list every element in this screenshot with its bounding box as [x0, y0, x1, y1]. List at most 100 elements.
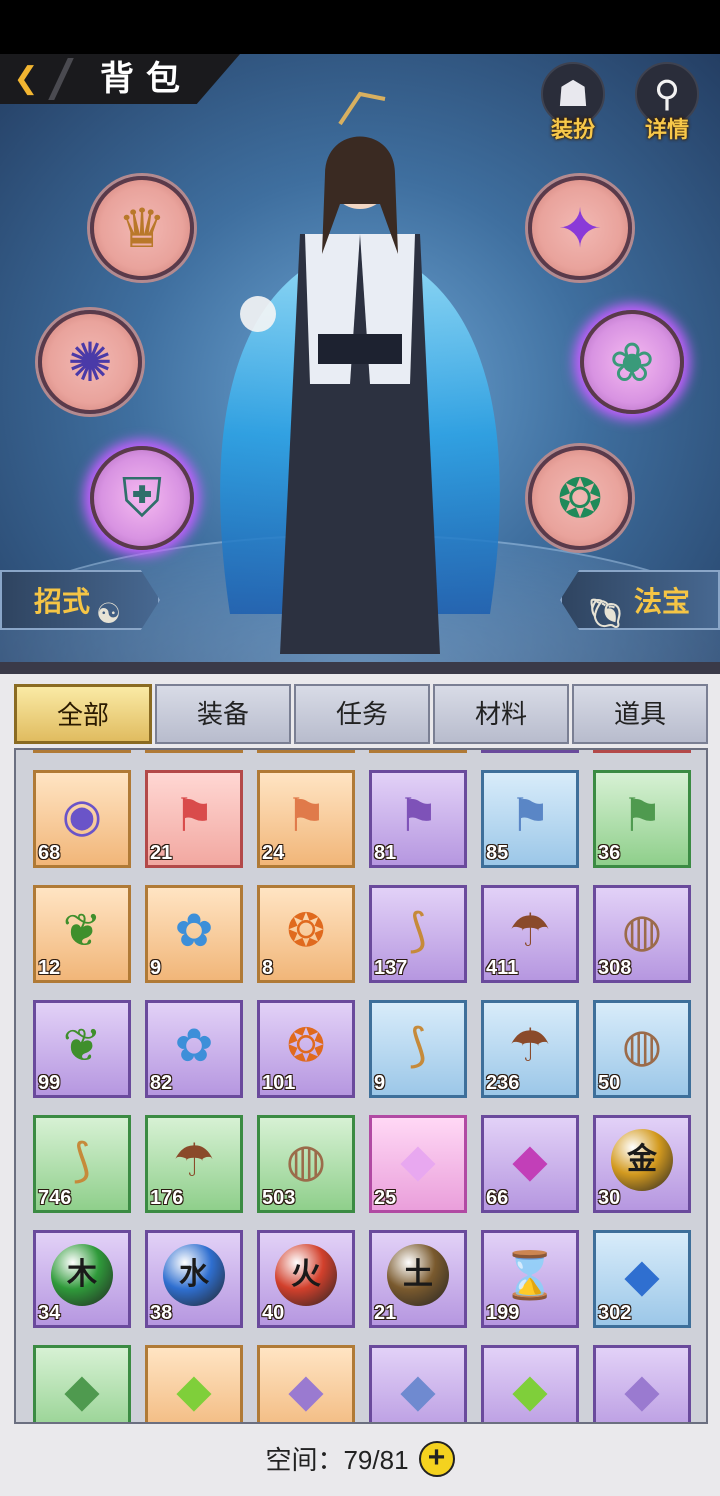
item-quantity: 12 — [38, 957, 61, 979]
inventory-item[interactable]: ❂ 8 — [257, 885, 355, 983]
inventory-item[interactable]: ◆ 66 — [481, 1115, 579, 1213]
inventory-item[interactable]: ⚑ 85 — [481, 770, 579, 868]
item-quantity: 50 — [598, 1072, 621, 1094]
blue-flower-icon: ✿ — [174, 904, 214, 956]
tab-materials[interactable]: 材料 — [433, 684, 569, 744]
outfit-button[interactable]: ☗ 装扮 — [536, 62, 610, 142]
item-quantity: 236 — [486, 1072, 520, 1094]
inventory-item[interactable]: 土 21 — [369, 1230, 467, 1328]
item-quantity: 66 — [486, 1187, 509, 1209]
ginseng-root-icon: ⟆ — [73, 1134, 91, 1186]
inventory-item[interactable]: ◉ 68 — [33, 770, 131, 868]
sapphire-stone-icon: ◆ — [624, 1249, 660, 1301]
inventory-item[interactable]: 金 30 — [593, 1115, 691, 1213]
star-gem-icon: ◆ — [400, 1364, 436, 1416]
treasure-tab[interactable]: 🐚︎ 法宝 — [560, 570, 720, 630]
capacity-label: 空间： — [265, 1445, 344, 1475]
inventory-item[interactable]: ◆ — [33, 1345, 131, 1422]
element-orb: 土 — [387, 1244, 449, 1306]
inventory-item[interactable]: ⌛ 199 — [481, 1230, 579, 1328]
equip-slot-bracelet[interactable]: ✦ — [528, 176, 632, 280]
equip-slot-crown[interactable]: ♛ — [90, 176, 194, 280]
fire-element-orb-icon: 火 — [272, 1241, 340, 1309]
equip-slot-jade[interactable]: ❀ — [580, 310, 684, 414]
lingzhi-mushroom-icon: ☂ — [173, 1134, 215, 1186]
inventory-item[interactable]: 火 40 — [257, 1230, 355, 1328]
item-quantity: 24 — [262, 842, 285, 864]
item-quantity: 503 — [262, 1187, 296, 1209]
item-quantity: 81 — [374, 842, 397, 864]
tea-leaf-icon: ❦ — [62, 1019, 102, 1071]
inventory-item[interactable]: ●11 — [369, 750, 467, 753]
item-quantity: 302 — [598, 1302, 632, 1324]
inventory-item[interactable]: ⚑ 21 — [145, 770, 243, 868]
item-grid-viewport[interactable]: ●45806●3●19●11●110●6895◉68⚑21⚑24⚑81⚑85⚑3… — [16, 750, 706, 1422]
inventory-item[interactable]: ☂ 411 — [481, 885, 579, 983]
item-quantity: 36 — [598, 842, 621, 864]
inventory-item[interactable]: ●110 — [481, 750, 579, 753]
inventory-item[interactable]: ◍ 50 — [593, 1000, 691, 1098]
inventory-item[interactable]: ◆ — [145, 1345, 243, 1422]
inventory-item[interactable]: ❦ 99 — [33, 1000, 131, 1098]
tab-equipment[interactable]: 装备 — [155, 684, 291, 744]
inventory-item[interactable]: ◍ 308 — [593, 885, 691, 983]
inventory-item[interactable]: ●45806 — [33, 750, 131, 753]
jade-pendant-icon: ❀ — [609, 332, 655, 393]
item-quantity: 21 — [374, 1302, 397, 1324]
equip-slot-armor[interactable]: ⛨ — [90, 446, 194, 550]
tea-leaf-icon: ❦ — [62, 904, 102, 956]
inventory-item[interactable]: ◆ — [481, 1345, 579, 1422]
inventory-item[interactable]: ◆ — [257, 1345, 355, 1422]
ginseng-root-icon: ⟆ — [409, 1019, 427, 1071]
violet-gem-icon: ◆ — [288, 1364, 324, 1416]
inventory-item[interactable]: 水 38 — [145, 1230, 243, 1328]
equip-slot-beads[interactable]: ❂ — [528, 446, 632, 550]
green-gem-icon: ◆ — [512, 1364, 548, 1416]
inventory-item[interactable]: ⚑ 81 — [369, 770, 467, 868]
equip-slot-pendant[interactable]: ✺ — [38, 310, 142, 414]
fire-fruit-icon: ❂ — [286, 1019, 326, 1071]
inventory-item[interactable]: ⟆ 137 — [369, 885, 467, 983]
inventory-item[interactable]: ⟆ 746 — [33, 1115, 131, 1213]
inventory-item[interactable]: ☂ 236 — [481, 1000, 579, 1098]
crystal-icon: ◆ — [512, 1134, 548, 1186]
inventory-item[interactable]: ⚑ 36 — [593, 770, 691, 868]
prayer-beads-icon: ❂ — [557, 468, 603, 529]
category-tabs: 全部 装备 任务 材料 道具 — [14, 684, 708, 744]
violet-gem-icon: ◆ — [624, 1364, 660, 1416]
inventory-item[interactable]: ●19 — [257, 750, 355, 753]
crystal-icon: ◆ — [400, 1134, 436, 1186]
tab-props[interactable]: 道具 — [572, 684, 708, 744]
detail-label: 详情 — [644, 117, 689, 142]
moves-tab[interactable]: 招式 ☯ — [0, 570, 160, 630]
tab-all[interactable]: 全部 — [14, 684, 152, 744]
inventory-item[interactable]: ◆ 25 — [369, 1115, 467, 1213]
inventory-item[interactable]: ☂ 176 — [145, 1115, 243, 1213]
inventory-item[interactable]: ●6895 — [593, 750, 691, 753]
tab-quest[interactable]: 任务 — [294, 684, 430, 744]
back-chevron-icon: ❮ — [13, 62, 39, 95]
inventory-item[interactable]: ❂ 101 — [257, 1000, 355, 1098]
item-quantity: 8 — [262, 957, 274, 979]
inventory-item[interactable]: ◆ — [369, 1345, 467, 1422]
metal-element-orb-icon: 金 — [608, 1126, 676, 1194]
back-button[interactable]: ❮ — [8, 62, 44, 96]
element-orb: 木 — [51, 1244, 113, 1306]
inventory-item[interactable]: ❦ 12 — [33, 885, 131, 983]
inventory-item[interactable]: ◆ 302 — [593, 1230, 691, 1328]
inventory-item[interactable]: ●3 — [145, 750, 243, 753]
rice-bowl-icon: ◍ — [621, 904, 663, 956]
item-quantity: 82 — [150, 1072, 173, 1094]
scroll-banner-icon: ⚑ — [285, 789, 327, 841]
plus-circle-icon[interactable]: + — [418, 1441, 455, 1478]
inventory-item[interactable]: ✿ 82 — [145, 1000, 243, 1098]
inventory-item[interactable]: 木 34 — [33, 1230, 131, 1328]
inventory-item[interactable]: ◆ — [593, 1345, 691, 1422]
item-quantity: 9 — [374, 1072, 386, 1094]
detail-button[interactable]: ⚲ 详情 — [630, 62, 704, 142]
inventory-item[interactable]: ◍ 503 — [257, 1115, 355, 1213]
inventory-item[interactable]: ⚑ 24 — [257, 770, 355, 868]
armor-icon: ⛨ — [121, 467, 163, 528]
inventory-item[interactable]: ⟆ 9 — [369, 1000, 467, 1098]
inventory-item[interactable]: ✿ 9 — [145, 885, 243, 983]
